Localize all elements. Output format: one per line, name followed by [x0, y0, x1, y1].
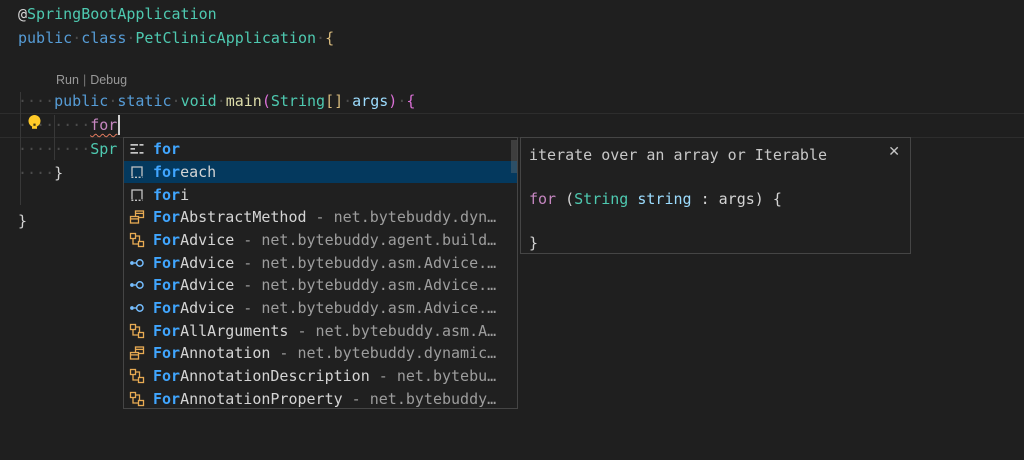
suggestion-item[interactable]: ForAdvice - net.bytebuddy.asm.Advice.…: [124, 274, 517, 297]
suggestion-label: AnnotationProperty: [180, 390, 343, 408]
code-line: ········Spr: [18, 137, 117, 161]
suggestion-matched-text: For: [153, 231, 180, 249]
suggestion-label: AnnotationDescription: [180, 367, 370, 385]
snippet-icon: [129, 164, 145, 180]
code-line: @SpringBootApplication: [18, 2, 217, 26]
suggestion-detail: - net.bytebuddy.dynamic…: [270, 344, 496, 362]
suggestion-item[interactable]: ForAdvice - net.bytebuddy.agent.build…: [124, 229, 517, 252]
suggestion-label: Advice: [180, 254, 234, 272]
suggestion-detail: - net.bytebuddy.asm.Advice.…: [234, 299, 496, 317]
doc-line: for (String string : args) {: [529, 188, 884, 210]
suggestion-detail: - net.bytebuddy.asm.A…: [288, 322, 496, 340]
suggestion-label: Advice: [180, 299, 234, 317]
suggest-docs-content: iterate over an array or Iterable for (St…: [529, 144, 884, 254]
suggestion-matched-text: For: [153, 344, 180, 362]
suggestion-item[interactable]: fori: [124, 183, 517, 206]
code-line: }: [18, 209, 27, 233]
struct-icon: [129, 323, 145, 339]
class-icon: [129, 209, 145, 225]
suggestion-label: i: [180, 186, 189, 204]
doc-line: iterate over an array or Iterable: [529, 144, 884, 166]
close-icon[interactable]: ✕: [888, 143, 900, 160]
code-editor[interactable]: @SpringBootApplicationpublic·class·PetCl…: [0, 0, 1024, 460]
interface-icon: [129, 255, 145, 271]
suggestion-detail: - net.bytebuddy.asm.Advice.…: [234, 276, 496, 294]
suggestion-detail: - net.bytebuddy.agent.build…: [234, 231, 496, 249]
suggestion-item[interactable]: ForAnnotationDescription - net.bytebu…: [124, 365, 517, 388]
debug-link[interactable]: Debug: [90, 73, 127, 87]
interface-icon: [129, 300, 145, 316]
current-line-highlight: [0, 113, 1024, 138]
suggestion-label: AllArguments: [180, 322, 288, 340]
code-line: ····public·static·void·main(String[]·arg…: [18, 89, 415, 113]
suggestion-detail: - net.bytebuddy.asm.Advice.…: [234, 254, 496, 272]
codelens-separator: |: [79, 73, 90, 87]
suggestion-matched-text: for: [153, 186, 180, 204]
suggestion-matched-text: For: [153, 208, 180, 226]
struct-icon: [129, 232, 145, 248]
suggestion-label: Annotation: [180, 344, 270, 362]
struct-icon: [129, 391, 145, 407]
suggestion-item[interactable]: foreach: [124, 161, 517, 184]
doc-line: [529, 166, 884, 188]
suggestion-label: each: [180, 163, 216, 181]
suggestion-matched-text: For: [153, 276, 180, 294]
suggestion-item[interactable]: ForAbstractMethod - net.bytebuddy.dyn…: [124, 206, 517, 229]
code-line: public·class·PetClinicApplication·{: [18, 26, 334, 50]
text-cursor: [118, 115, 120, 135]
suggestion-item[interactable]: ForAdvice - net.bytebuddy.asm.Advice.…: [124, 297, 517, 320]
suggestion-detail: - net.bytebuddy…: [343, 390, 497, 408]
suggestion-matched-text: For: [153, 299, 180, 317]
suggestion-item[interactable]: ForAnnotation - net.bytebuddy.dynamic…: [124, 342, 517, 365]
suggestion-matched-text: For: [153, 254, 180, 272]
suggestion-item[interactable]: ForAnnotationProperty - net.bytebuddy…: [124, 387, 517, 409]
class-icon: [129, 345, 145, 361]
suggestion-matched-text: For: [153, 367, 180, 385]
suggest-widget: for foreach fori ForAbstractMethod - net…: [123, 137, 518, 409]
suggestion-matched-text: for: [153, 163, 180, 181]
suggestion-matched-text: For: [153, 390, 180, 408]
interface-icon: [129, 277, 145, 293]
suggestion-detail: - net.bytebuddy.dyn…: [307, 208, 497, 226]
code-line: ····}: [18, 161, 63, 185]
suggestion-item[interactable]: for: [124, 138, 517, 161]
doc-line: [529, 210, 884, 232]
codelens: Run|Debug: [56, 72, 127, 88]
suggestion-label: Advice: [180, 231, 234, 249]
suggestion-matched-text: for: [153, 140, 180, 158]
keyword-icon: [129, 141, 145, 157]
run-link[interactable]: Run: [56, 73, 79, 87]
suggest-scrollbar[interactable]: [511, 140, 517, 173]
lightbulb-icon[interactable]: [25, 113, 44, 132]
suggestion-item[interactable]: ForAdvice - net.bytebuddy.asm.Advice.…: [124, 251, 517, 274]
suggestion-label: AbstractMethod: [180, 208, 306, 226]
struct-icon: [129, 368, 145, 384]
suggest-docs-popup: iterate over an array or Iterable for (St…: [520, 137, 911, 254]
suggestion-label: Advice: [180, 276, 234, 294]
suggestion-matched-text: For: [153, 322, 180, 340]
doc-line: }: [529, 232, 884, 254]
suggestion-item[interactable]: ForAllArguments - net.bytebuddy.asm.A…: [124, 319, 517, 342]
snippet-icon: [129, 187, 145, 203]
suggestion-detail: - net.bytebu…: [370, 367, 496, 385]
